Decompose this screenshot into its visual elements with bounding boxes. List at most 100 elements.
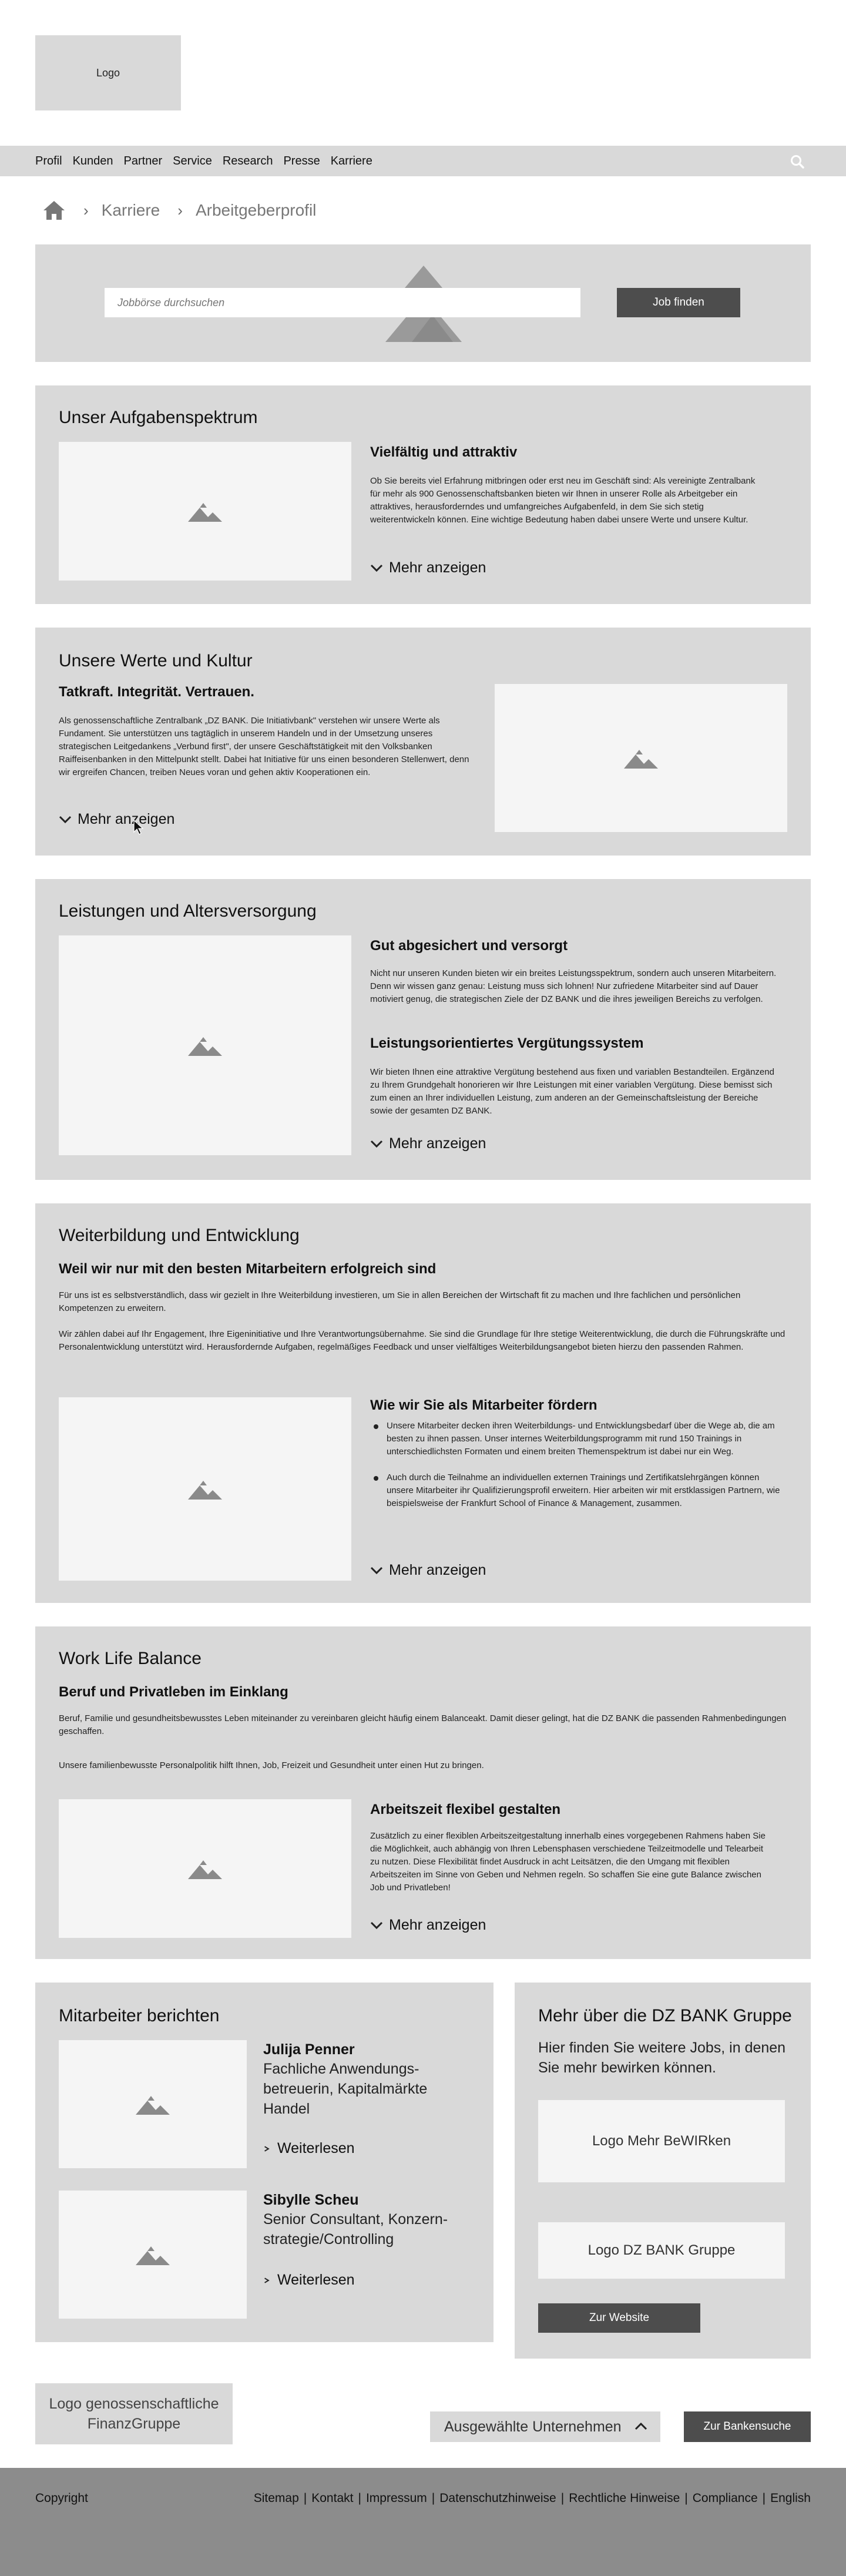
section-text-2: Wir zählen dabei auf Ihr Engagement, Ihr… [59,1329,785,1352]
separator: | [762,2491,766,2505]
footer-link-kontakt[interactable]: Kontakt [311,2491,353,2505]
logo-dz-bank-gruppe[interactable]: Logo DZ BANK Gruppe [538,2222,785,2279]
section-subtitle: Beruf und Privatleben im Einklang [59,1684,288,1700]
person-name: Julija Penner [263,2041,355,2058]
section-mitarbeiter-berichten: Mitarbeiter berichten Julija Penner Fach… [35,1983,494,2342]
footer-links: Sitemap | Kontakt | Impressum | Datenschutz… [254,2491,811,2505]
section-text: Hier finden Sie weitere Jobs, in denen S… [538,2040,786,2076]
read-more-link[interactable]: Weiterlesen [263,2272,355,2289]
image-placeholder [59,442,351,581]
chevron-down-icon [59,816,72,823]
show-more-button[interactable]: Mehr anzeigen [370,1917,486,1934]
section-subtitle: Vielfältig und attraktiv [370,444,518,460]
person-name: Sibylle Scheu [263,2192,359,2208]
chevron-right-icon [264,2145,270,2152]
copyright: Copyright [35,2491,88,2505]
bullet-list: Unsere Mitarbeiter decken ihren Weiterbi… [370,1420,787,1523]
companies-label: Ausgewählte Unternehmen [444,2418,622,2435]
section-text: Als genossenschaftliche Zentralbank „DZ … [59,716,469,777]
section-title: Mitarbeiter berichten [59,2006,220,2025]
read-more-link[interactable]: Weiterlesen [263,2140,355,2157]
footer-link-impressum[interactable]: Impressum [366,2491,427,2505]
section-work-life-balance: Work Life Balance Beruf und Privatleben … [35,1626,811,1959]
show-more-label: Mehr anzeigen [389,1917,486,1933]
image-placeholder [59,1799,351,1938]
job-search-band: Job finden [35,244,811,362]
nav-item-profil[interactable]: Profil [35,155,62,168]
read-more-label: Weiterlesen [277,2272,355,2288]
image-icon [624,750,658,769]
section-text: Ob Sie bereits viel Erfahrung mitbringen… [370,476,756,525]
main-nav: Profil Kunden Partner Service Research P… [0,146,846,176]
breadcrumb-item-arbeitgeberprofil: Arbeitgeberprofil [195,201,317,219]
chevron-up-icon [634,2422,647,2430]
show-more-label: Mehr anzeigen [389,1135,486,1152]
section-subtitle-2: Arbeitszeit flexibel gestalten [370,1802,561,1817]
read-more-label: Weiterlesen [277,2140,355,2156]
mouse-cursor-icon [133,819,144,835]
show-more-button[interactable]: Mehr anzeigen [370,1562,486,1579]
separator: | [358,2491,361,2505]
footer-link-rechtliche-hinweise[interactable]: Rechtliche Hinweise [569,2491,680,2505]
footer-link-sitemap[interactable]: Sitemap [254,2491,299,2505]
chevron-down-icon [370,1567,383,1574]
image-icon [136,2246,170,2265]
section-title: Work Life Balance [59,1649,202,1668]
footer-link-datenschutz[interactable]: Datenschutzhinweise [439,2491,556,2505]
chevron-right-icon: › [83,201,89,219]
chevron-down-icon [370,564,383,572]
image-placeholder [59,1397,351,1581]
website-button[interactable]: Zur Website [538,2303,700,2333]
separator: | [431,2491,435,2505]
image-icon [188,1860,222,1879]
image-icon [188,1037,222,1056]
logo[interactable]: Logo [35,35,181,110]
breadcrumb-item-karriere[interactable]: Karriere [102,201,160,220]
section-title: Unser Aufgabenspektrum [59,408,258,427]
image-icon [136,2096,170,2115]
job-find-button[interactable]: Job finden [617,288,740,317]
section-subtitle: Weil wir nur mit den besten Mitarbeitern… [59,1261,437,1277]
job-search-input[interactable] [105,288,580,317]
nav-item-karriere[interactable]: Karriere [331,155,372,168]
image-placeholder [59,935,351,1155]
person-photo-placeholder [59,2191,247,2319]
list-item: Unsere Mitarbeiter decken ihren Weiterbi… [370,1420,787,1458]
companies-dropdown[interactable]: Ausgewählte Unternehmen [430,2411,660,2442]
home-icon[interactable] [42,200,66,221]
section-text: Beruf, Familie und gesundheitsbewusstes … [59,1713,787,1736]
nav-item-research[interactable]: Research [223,155,273,168]
section-subtitle-2: Leistungsorientiertes Vergütungssystem [370,1035,644,1051]
nav-item-presse[interactable]: Presse [283,155,320,168]
show-more-button[interactable]: Mehr anzeigen [370,1135,486,1152]
section-weiterbildung: Weiterbildung und Entwicklung Weil wir n… [35,1203,811,1603]
show-more-button[interactable]: Mehr anzeigen [370,559,486,576]
image-icon [188,503,222,522]
nav-item-kunden[interactable]: Kunden [73,155,113,168]
section-subtitle-2: Wie wir Sie als Mitarbeiter fördern [370,1397,597,1413]
person-photo-placeholder [59,2040,247,2168]
nav-item-service[interactable]: Service [173,155,212,168]
bank-search-button[interactable]: Zur Bankensuche [684,2411,811,2442]
footer-link-compliance[interactable]: Compliance [693,2491,758,2505]
image-icon [188,1481,222,1500]
nav-item-partner[interactable]: Partner [124,155,163,168]
finanzgruppe-logo[interactable]: Logo genossenschaftliche FinanzGruppe [35,2383,233,2444]
section-subtitle: Gut abgesichert und versorgt [370,938,568,954]
footer-link-english[interactable]: English [770,2491,811,2505]
image-placeholder [495,684,787,832]
logo-mehr-bewirken[interactable]: Logo Mehr BeWIRken [538,2100,785,2182]
list-item: Auch durch die Teilnahme an individuelle… [370,1471,787,1510]
section-subtitle: Tatkraft. Integrität. Vertrauen. [59,684,254,700]
separator: | [560,2491,565,2505]
chevron-right-icon: › [177,201,183,219]
section-text-2: Wir bieten Ihnen eine attraktive Vergütu… [370,1067,774,1116]
separator: | [303,2491,307,2505]
show-more-button[interactable]: Mehr anzeigen [59,811,174,828]
person-role: Senior Consultant, Konzern-strategie/Con… [263,2211,448,2248]
chevron-down-icon [370,1921,383,1929]
section-title: Weiterbildung und Entwicklung [59,1226,300,1245]
logo-label: Logo [96,66,120,79]
show-more-label: Mehr anzeigen [389,559,486,576]
search-icon[interactable] [790,154,805,169]
